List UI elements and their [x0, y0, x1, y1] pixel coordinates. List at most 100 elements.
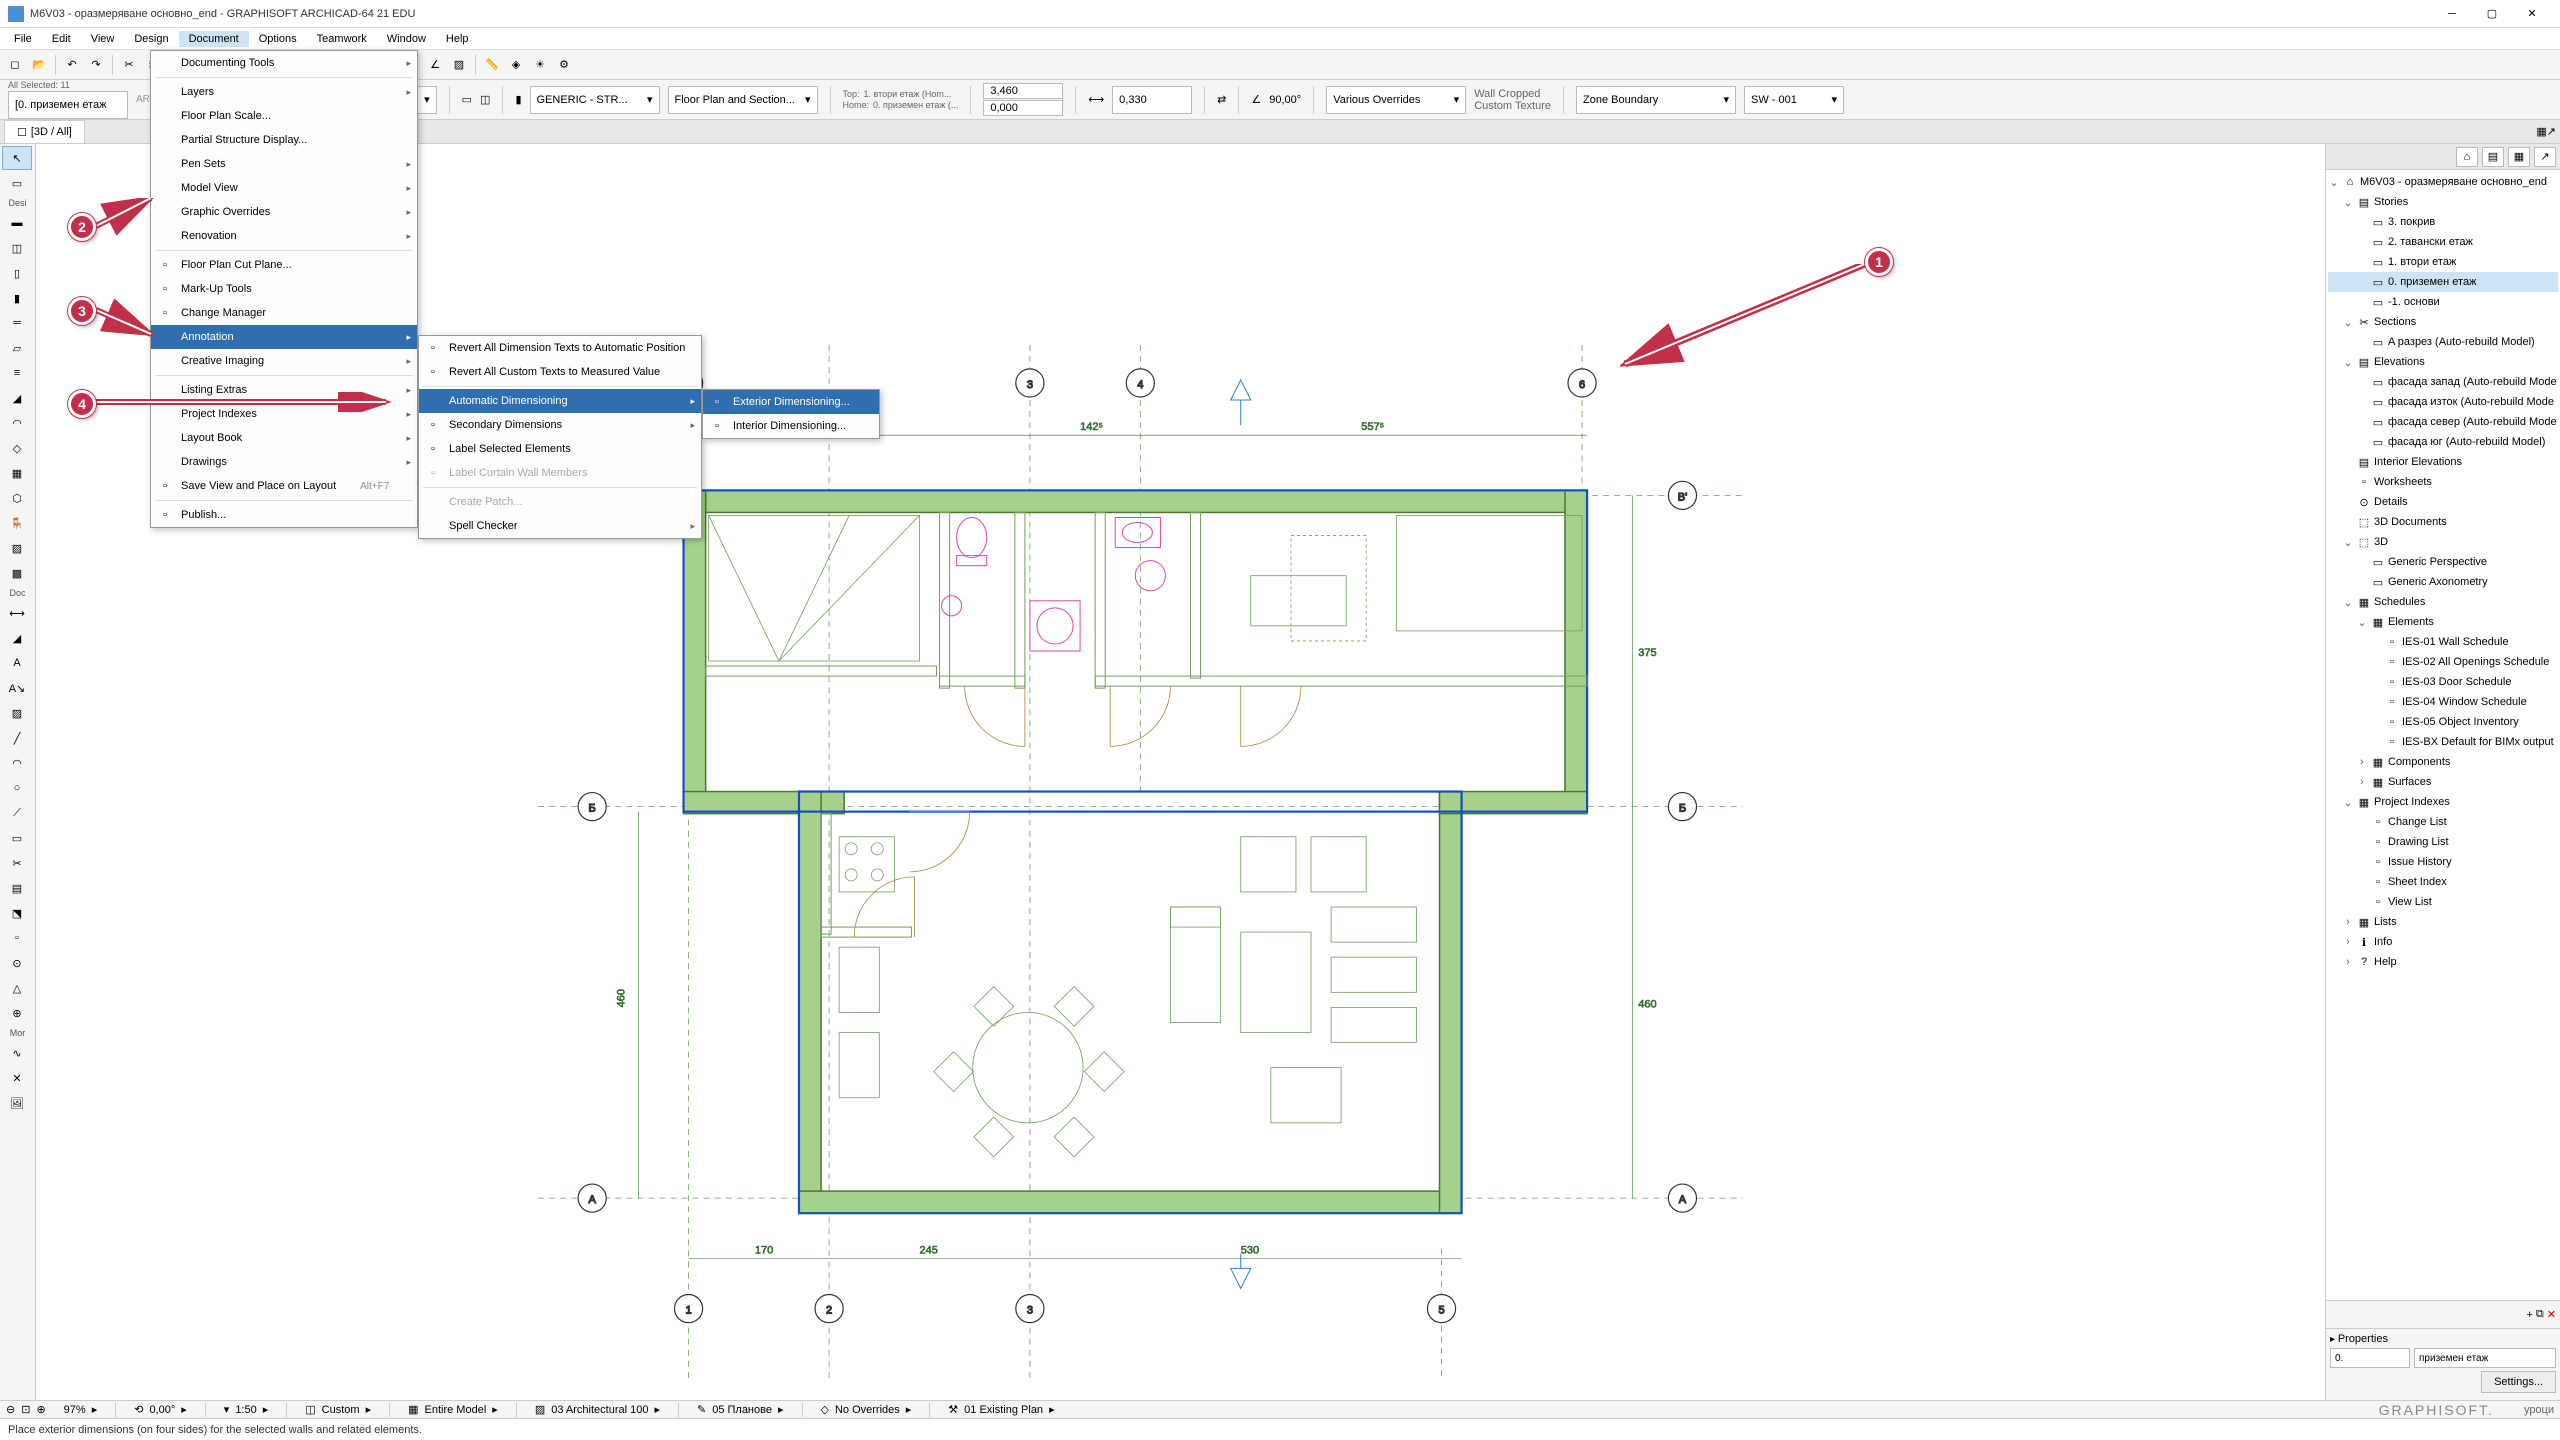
tree-node[interactable]: ▫IES-05 Object Inventory [2328, 712, 2558, 732]
scale-value[interactable]: 1:50 [235, 1404, 256, 1416]
tree-node[interactable]: ›▦Components [2328, 752, 2558, 772]
zone-dropdown[interactable]: Zone Boundary▾ [1576, 86, 1736, 114]
material-dropdown[interactable]: GENERIC - STR...▾ [530, 86, 660, 114]
render-icon[interactable]: ☀ [529, 54, 551, 76]
tree-node[interactable]: ▫IES-03 Door Schedule [2328, 672, 2558, 692]
sw-dropdown[interactable]: SW - 001▾ [1744, 86, 1844, 114]
window-tool[interactable]: ▯ [2, 261, 32, 285]
height-input[interactable] [983, 83, 1063, 99]
cut-icon[interactable]: ✂ [118, 54, 140, 76]
menu-item[interactable]: ▫Label Selected Elements [419, 437, 701, 461]
tree-node[interactable]: ▭0. приземен етаж [2328, 272, 2558, 292]
zoom-fit-icon[interactable]: ⊡ [21, 1403, 30, 1416]
change-tool[interactable]: △ [2, 976, 32, 1000]
elev-tool[interactable]: ▤ [2, 876, 32, 900]
arrow-tool[interactable]: ↖ [2, 146, 32, 170]
polyline-tool[interactable]: ⟋ [2, 801, 32, 825]
tree-node[interactable]: ›▦Lists [2328, 912, 2558, 932]
dim-tool[interactable]: ⟷ [2, 601, 32, 625]
tree-node[interactable]: ▫Drawing List [2328, 832, 2558, 852]
menu-item[interactable]: Renovation [151, 224, 417, 248]
tree-node[interactable]: ›ℹInfo [2328, 932, 2558, 952]
object-tool[interactable]: 🪑 [2, 511, 32, 535]
zoom-custom[interactable]: Custom [322, 1404, 360, 1416]
worksheet-tool[interactable]: ▫ [2, 926, 32, 950]
tree-node[interactable]: ⌄✂Sections [2328, 312, 2558, 332]
menu-teamwork[interactable]: Teamwork [307, 31, 377, 47]
skylight-tool[interactable]: ◇ [2, 436, 32, 460]
menu-item[interactable]: ▫Interior Dimensioning... [703, 414, 879, 438]
flip-icon[interactable]: ⇄ [1217, 93, 1226, 106]
exist-value[interactable]: 01 Existing Plan [964, 1404, 1043, 1416]
tree-node[interactable]: ▭1. втори етаж [2328, 252, 2558, 272]
menu-item[interactable]: Annotation [151, 325, 417, 349]
zone-tool[interactable]: ▨ [2, 536, 32, 560]
menu-item[interactable]: Model View [151, 176, 417, 200]
prop-id-input[interactable] [2330, 1348, 2410, 1368]
angle-icon2[interactable]: ∠ [1251, 93, 1261, 106]
tree-node[interactable]: ▭-1. основи [2328, 292, 2558, 312]
spline-tool[interactable]: ∿ [2, 1041, 32, 1065]
menu-item[interactable]: ▫Publish... [151, 503, 417, 527]
tree-node[interactable]: ⌄▦Project Indexes [2328, 792, 2558, 812]
thickness-icon[interactable]: ⟷ [1088, 93, 1104, 106]
menu-item[interactable]: Pen Sets [151, 152, 417, 176]
menu-item[interactable]: Layers [151, 80, 417, 104]
menu-document[interactable]: Document [179, 31, 249, 47]
document-menu[interactable]: Documenting Tools LayersFloor Plan Scale.… [150, 50, 418, 528]
section-tool[interactable]: ✂ [2, 851, 32, 875]
stair-tool[interactable]: ≡ [2, 361, 32, 385]
annotation-submenu[interactable]: ▫Revert All Dimension Texts to Automatic… [418, 335, 702, 539]
model-value[interactable]: Entire Model [425, 1404, 487, 1416]
marquee-tool[interactable]: ▭ [2, 171, 32, 195]
menu-item[interactable]: Layout Book [151, 426, 417, 450]
fill-tool[interactable]: ▨ [2, 701, 32, 725]
tree-node[interactable]: ▭2. тавански етаж [2328, 232, 2558, 252]
override-dropdown[interactable]: Various Overrides▾ [1326, 86, 1466, 114]
menu-item[interactable]: Creative Imaging [151, 349, 417, 373]
elev-input[interactable] [983, 100, 1063, 116]
nav-view-icon[interactable]: ▤ [2482, 147, 2504, 167]
morph-tool[interactable]: ⬡ [2, 486, 32, 510]
menu-item[interactable]: ▫Secondary Dimensions [419, 413, 701, 437]
tree-node[interactable]: ›?Help [2328, 952, 2558, 972]
shell-tool[interactable]: ◠ [2, 411, 32, 435]
roof-tool[interactable]: ◢ [2, 386, 32, 410]
tab-checkbox[interactable]: ☐ [17, 126, 27, 139]
door-tool[interactable]: ◫ [2, 236, 32, 260]
layer-dropdown[interactable]: [0. приземен етаж [8, 91, 128, 119]
tree-node[interactable]: ▭фасада изток (Auto-rebuild Mode [2328, 392, 2558, 412]
menu-item[interactable]: ▫Exterior Dimensioning... [703, 390, 879, 414]
zoom-value[interactable]: 97% [64, 1404, 86, 1416]
zoom-out-icon[interactable]: ⊖ [6, 1403, 15, 1416]
prop-name-input[interactable] [2414, 1348, 2556, 1368]
tree-node[interactable]: ▫Worksheets [2328, 472, 2558, 492]
label-tool[interactable]: A↘ [2, 676, 32, 700]
tree-node[interactable]: ▫IES-BX Default for BIMx output [2328, 732, 2558, 752]
tab-3d[interactable]: ☐ [3D / All] [4, 120, 85, 143]
tree-node[interactable]: ▫IES-02 All Openings Schedule [2328, 652, 2558, 672]
nav-layout-icon[interactable]: ▦ [2508, 147, 2530, 167]
menu-item[interactable]: Documenting Tools [151, 51, 417, 75]
tree-node[interactable]: ⌄▦Schedules [2328, 592, 2558, 612]
fill-icon[interactable]: ▨ [448, 54, 470, 76]
properties-header[interactable]: ▸ Properties [2330, 1333, 2388, 1345]
menu-file[interactable]: File [4, 31, 42, 47]
measure-icon[interactable]: 📏 [481, 54, 503, 76]
tree-node[interactable]: ▭A разрез (Auto-rebuild Model) [2328, 332, 2558, 352]
menu-item[interactable]: Automatic Dimensioning [419, 389, 701, 413]
tree-node[interactable]: ›▦Surfaces [2328, 772, 2558, 792]
tree-node[interactable]: ▤Interior Elevations [2328, 452, 2558, 472]
nav-toggle-icon[interactable]: ▦ [2536, 125, 2546, 138]
tree-node[interactable]: ▭фасада запад (Auto-rebuild Mode [2328, 372, 2558, 392]
drawing-tool[interactable]: ▭ [2, 826, 32, 850]
popout-icon[interactable]: ↗ [2547, 125, 2556, 138]
navigator-tree[interactable]: ⌄⌂M6V03 - оразмеряване основно_end⌄▤Stor… [2326, 170, 2560, 1300]
arch-value[interactable]: 03 Architectural 100 [551, 1404, 648, 1416]
menu-item[interactable]: Floor Plan Scale... [151, 104, 417, 128]
floorplan-dropdown[interactable]: Floor Plan and Section...▾ [668, 86, 818, 114]
mesh-tool[interactable]: ▩ [2, 561, 32, 585]
geom2-icon[interactable]: ◫ [480, 93, 490, 106]
circle-tool[interactable]: ○ [2, 776, 32, 800]
menu-item[interactable]: Spell Checker [419, 514, 701, 538]
